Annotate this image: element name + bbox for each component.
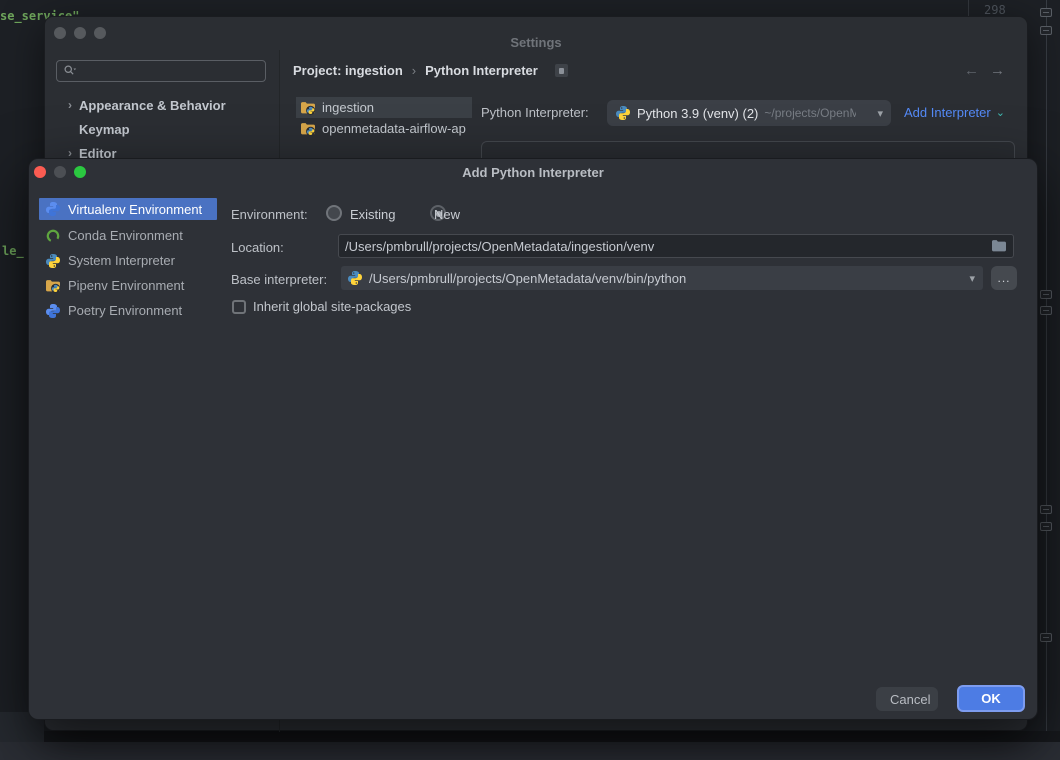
- inherit-site-packages-label[interactable]: Inherit global site-packages: [253, 299, 411, 314]
- sidebar-item-conda[interactable]: Conda Environment: [39, 223, 217, 248]
- environment-label: Environment:: [231, 207, 308, 222]
- location-input[interactable]: [345, 239, 991, 254]
- interpreter-path: ~/projects/OpenMeta: [764, 106, 856, 120]
- python-folder-icon: [300, 100, 316, 116]
- tree-item-label: Keymap: [79, 122, 130, 137]
- ok-button[interactable]: OK: [957, 685, 1025, 712]
- settings-search-box[interactable]: [56, 60, 266, 82]
- python-interpreter-select[interactable]: Python 3.9 (venv) (2) ~/projects/OpenMet…: [607, 100, 891, 126]
- base-interpreter-label: Base interpreter:: [231, 272, 327, 287]
- python-icon: [615, 105, 631, 121]
- chevron-right-icon[interactable]: ›: [61, 98, 79, 112]
- add-interpreter-label: Add Interpreter: [904, 105, 991, 120]
- python-folder-icon: [45, 278, 61, 294]
- sidebar-item-label: Pipenv Environment: [68, 278, 184, 293]
- back-arrow-icon[interactable]: ←: [964, 62, 979, 79]
- settings-window-title: Settings: [45, 35, 1027, 50]
- sidebar-item-pipenv[interactable]: Pipenv Environment: [39, 273, 217, 298]
- interpreter-value: Python 3.9 (venv) (2): [637, 106, 758, 121]
- python-folder-icon: [300, 121, 316, 137]
- search-icon: [63, 64, 77, 78]
- python-icon: [45, 253, 61, 269]
- fold-marker-icon: [1040, 633, 1052, 642]
- fold-marker-icon: [1040, 8, 1052, 17]
- sidebar-item-virtualenv[interactable]: Virtualenv Environment: [39, 198, 217, 220]
- chevron-down-icon: ▾: [877, 107, 883, 120]
- sidebar-item-label: Conda Environment: [68, 228, 183, 243]
- status-bar-divider: [0, 731, 1060, 742]
- inherit-site-packages-checkbox[interactable]: [232, 300, 246, 314]
- breadcrumb-project[interactable]: Project: ingestion: [293, 63, 403, 78]
- list-item-openmetadata-airflow[interactable]: openmetadata-airflow-ap: [296, 118, 472, 139]
- base-interpreter-value: /Users/pmbrull/projects/OpenMetadata/ven…: [369, 271, 686, 286]
- radio-existing[interactable]: [326, 205, 342, 221]
- chevron-down-icon: ▾: [969, 272, 975, 285]
- chevron-down-icon: ⌄: [996, 106, 1005, 119]
- status-bar: [0, 742, 1060, 760]
- sidebar-item-label: Poetry Environment: [68, 303, 182, 318]
- python-interpreter-label: Python Interpreter:: [481, 105, 589, 120]
- background-code-line-2: le_: [2, 244, 24, 258]
- fold-marker-icon: [1040, 290, 1052, 299]
- editor-gutter-divider: [968, 0, 969, 16]
- python-blue-icon: [45, 201, 61, 217]
- list-item-label: ingestion: [322, 100, 374, 115]
- location-label: Location:: [231, 240, 284, 255]
- add-interpreter-link[interactable]: Add Interpreter ⌄: [904, 105, 1005, 120]
- sidebar-item-label: System Interpreter: [68, 253, 175, 268]
- python-icon: [347, 270, 363, 286]
- tree-item-label: Appearance & Behavior: [79, 98, 226, 113]
- cancel-button[interactable]: Cancel: [876, 687, 938, 711]
- breadcrumb-page: Python Interpreter: [425, 63, 538, 78]
- settings-search-input[interactable]: [81, 64, 241, 78]
- project-list: ingestion openmetadata-airflow-ap: [296, 97, 472, 141]
- fold-marker-icon: [1040, 26, 1052, 35]
- interpreter-type-sidebar: Virtualenv Environment Conda Environment…: [39, 198, 217, 323]
- conda-icon: [45, 228, 61, 244]
- list-item-ingestion[interactable]: ingestion: [296, 97, 472, 118]
- radio-new-label[interactable]: New: [434, 207, 460, 222]
- add-python-interpreter-dialog: Add Python Interpreter Virtualenv Enviro…: [28, 158, 1038, 720]
- sidebar-item-label: Virtualenv Environment: [68, 202, 202, 217]
- sidebar-item-poetry[interactable]: Poetry Environment: [39, 298, 217, 323]
- browse-button[interactable]: ...: [991, 266, 1017, 290]
- fold-marker-icon: [1040, 522, 1052, 531]
- forward-arrow-icon[interactable]: →: [990, 62, 1005, 79]
- location-field[interactable]: [338, 234, 1014, 258]
- editor-line-number: 298: [984, 3, 1006, 17]
- sidebar-item-keymap[interactable]: Keymap: [45, 120, 277, 138]
- editor-scrollbar-track[interactable]: [1046, 0, 1047, 760]
- dialog-title: Add Python Interpreter: [29, 165, 1037, 180]
- base-interpreter-select[interactable]: /Users/pmbrull/projects/OpenMetadata/ven…: [341, 266, 983, 290]
- fold-marker-icon: [1040, 306, 1052, 315]
- chevron-right-icon: ›: [412, 63, 416, 78]
- folder-icon[interactable]: [991, 238, 1007, 254]
- sidebar-item-system-interpreter[interactable]: System Interpreter: [39, 248, 217, 273]
- python-blue-icon: [45, 303, 61, 319]
- shared-settings-icon: [555, 64, 568, 77]
- list-item-label: openmetadata-airflow-ap: [322, 121, 466, 136]
- radio-existing-label[interactable]: Existing: [350, 207, 396, 222]
- sidebar-item-appearance-behavior[interactable]: › Appearance & Behavior: [45, 96, 277, 114]
- fold-marker-icon: [1040, 505, 1052, 514]
- breadcrumb: Project: ingestion › Python Interpreter: [293, 63, 568, 78]
